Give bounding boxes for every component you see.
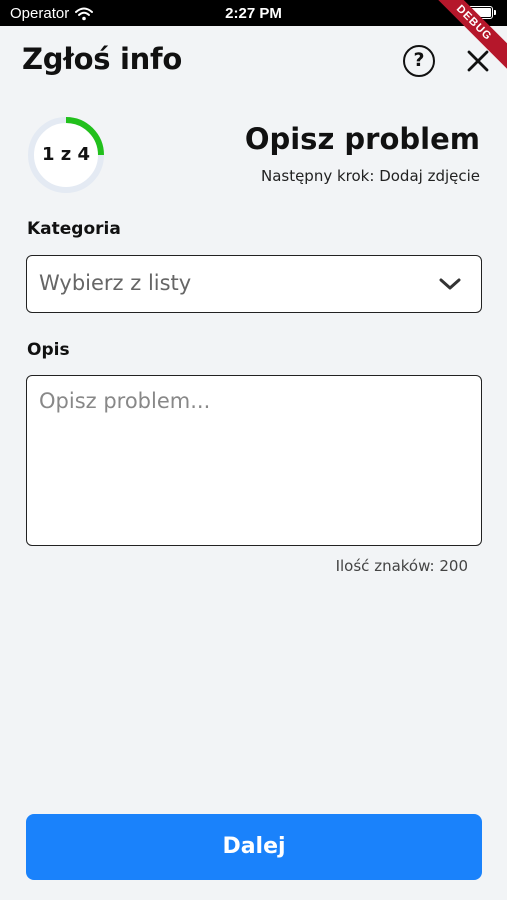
category-select[interactable]: Wybierz z listy [26, 255, 482, 313]
page-title: Zgłoś info [22, 42, 182, 76]
chevron-down-icon [439, 278, 461, 290]
help-button[interactable]: ? [403, 45, 435, 77]
step-indicator: 1 z 4 [41, 144, 91, 165]
next-button[interactable]: Dalej [26, 814, 482, 880]
step-title: Opisz problem [244, 122, 480, 156]
category-select-placeholder: Wybierz z listy [39, 271, 192, 295]
next-step-hint: Następny krok: Dodaj zdjęcie [260, 167, 480, 185]
status-bar: Operator 2:27 PM [0, 0, 507, 26]
close-icon[interactable] [463, 46, 493, 76]
question-circle-icon: ? [413, 49, 425, 71]
status-time: 2:27 PM [225, 5, 282, 22]
description-label: Opis [27, 340, 70, 360]
category-label: Kategoria [27, 219, 121, 239]
char-count: Ilość znaków: 200 [335, 557, 468, 575]
app-bar: Zgłoś info ? [0, 26, 507, 96]
description-input[interactable]: Opisz problem... [26, 375, 482, 546]
description-placeholder: Opisz problem... [39, 389, 211, 413]
